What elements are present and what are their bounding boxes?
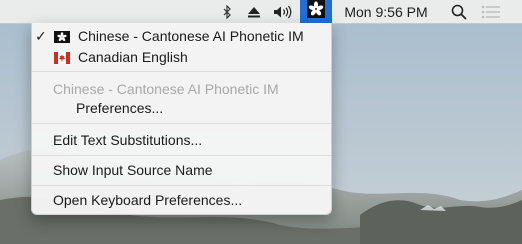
input-source-menu-extra[interactable] — [300, 0, 332, 23]
menu-item-label: Preferences... — [76, 100, 164, 116]
menu-item-label: Chinese - Cantonese AI Phonetic IM — [78, 28, 304, 44]
menu-separator — [32, 123, 331, 124]
menu-bar: Mon 9:56 PM — [0, 0, 522, 24]
menu-item-edit-text-substitutions[interactable]: Edit Text Substitutions... — [32, 130, 331, 150]
menu-item-open-keyboard-preferences[interactable]: Open Keyboard Preferences... — [32, 190, 331, 210]
hong-kong-flag-icon — [307, 0, 325, 23]
search-icon[interactable] — [447, 0, 471, 23]
menu-item-preferences[interactable]: Preferences... — [32, 98, 331, 118]
menu-heading-label: Chinese - Cantonese AI Phonetic IM — [53, 81, 279, 97]
notification-center-icon[interactable] — [476, 0, 506, 23]
menu-item-label: Edit Text Substitutions... — [53, 132, 203, 148]
menu-bar-clock[interactable]: Mon 9:56 PM — [336, 0, 436, 23]
menu-item-show-input-source-name[interactable]: Show Input Source Name — [32, 160, 331, 180]
menu-item-label: Canadian English — [78, 49, 188, 65]
hong-kong-flag-icon — [54, 30, 70, 43]
menu-item-canadian-english-source[interactable]: Canadian English — [32, 47, 331, 67]
canada-flag-icon — [54, 51, 70, 64]
checkmark-icon: ✓ — [35, 27, 47, 44]
menu-item-label: Open Keyboard Preferences... — [53, 192, 243, 208]
menu-section-heading: Chinese - Cantonese AI Phonetic IM — [32, 79, 331, 99]
menu-separator — [32, 71, 331, 72]
menu-item-label: Show Input Source Name — [53, 162, 213, 178]
menu-separator — [32, 155, 331, 156]
input-source-menu: ✓ Chinese - Cantonese AI Phonetic IM Can… — [31, 23, 332, 215]
eject-icon[interactable] — [244, 0, 264, 23]
volume-icon[interactable] — [270, 0, 296, 23]
menu-separator — [32, 185, 331, 186]
bluetooth-icon[interactable] — [217, 0, 237, 23]
menu-item-cantonese-source[interactable]: ✓ Chinese - Cantonese AI Phonetic IM — [32, 26, 331, 46]
